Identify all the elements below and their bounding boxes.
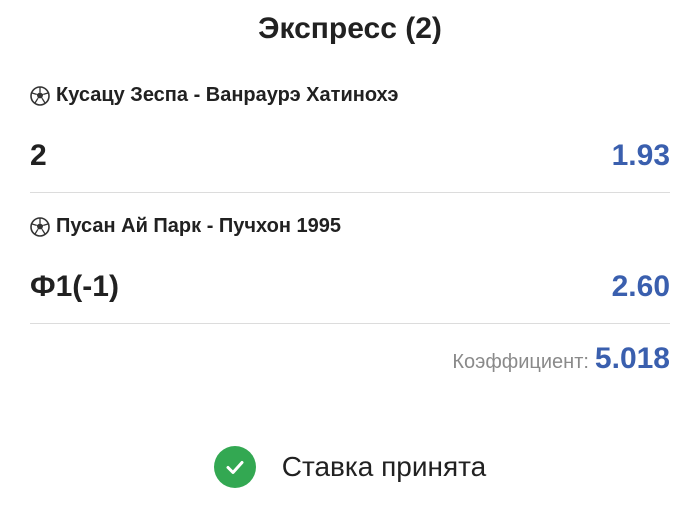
- bet-status-text: Ставка принята: [281, 451, 487, 482]
- total-coefficient-label: Коэффициент:: [452, 351, 589, 373]
- total-coefficient: Коэффициент: 5.018: [452, 342, 670, 376]
- divider: [30, 323, 670, 324]
- bet-1-match: Кусацу Зеспа - Ванраурэ Хатинохэ: [30, 84, 398, 107]
- divider: [30, 192, 670, 193]
- bet-1-match-label: Кусацу Зеспа - Ванраурэ Хатинохэ: [56, 84, 399, 106]
- bet-slip-title: Экспресс (2): [258, 12, 442, 45]
- bet-2-odds: 2.60: [611, 270, 670, 303]
- bet-2-match-label: Пусан Ай Парк - Пучхон 1995: [56, 215, 341, 237]
- bet-status: Ставка принята: [0, 446, 700, 488]
- bet-1-outcome: 2: [30, 139, 47, 172]
- soccer-ball-icon: [30, 85, 50, 106]
- soccer-ball-icon: [30, 216, 50, 237]
- bet-2-match: Пусан Ай Парк - Пучхон 1995: [30, 215, 341, 238]
- total-coefficient-value: 5.018: [594, 342, 670, 375]
- bet-1-odds: 1.93: [611, 139, 670, 172]
- check-circle-icon: [213, 446, 256, 488]
- bet-2-outcome: Ф1(-1): [30, 270, 119, 303]
